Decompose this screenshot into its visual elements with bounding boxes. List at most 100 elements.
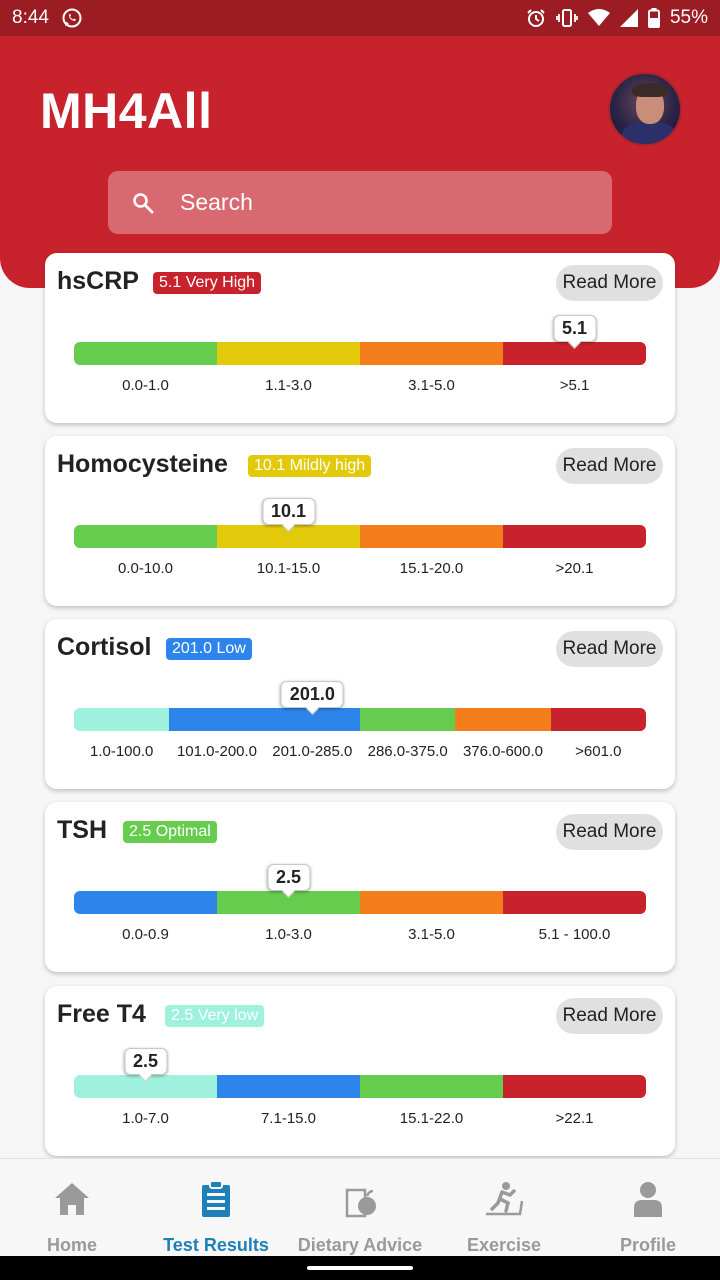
value-marker: 201.0	[280, 681, 344, 708]
range-label: 0.0-0.9	[122, 926, 169, 943]
read-more-button[interactable]: Read More	[556, 265, 663, 301]
range-label: 7.1-15.0	[260, 1110, 317, 1127]
result-card: Free T4 2.5 Very low Read More 1.0-7.0 7.1-1…	[45, 986, 675, 1156]
avatar-body	[622, 122, 676, 144]
test-name: TSH	[57, 816, 107, 844]
read-more-button[interactable]: Read More	[556, 998, 663, 1034]
range-segment	[503, 525, 646, 548]
value-marker-label: 2.5	[123, 1048, 168, 1075]
value-marker: 10.1	[261, 498, 316, 525]
range-segment	[503, 891, 646, 914]
range-label: 1.0-100.0	[89, 743, 154, 760]
range-label: 1.0-7.0	[122, 1110, 169, 1127]
range-segment	[360, 1075, 503, 1098]
range-label: 376.0-600.0	[462, 743, 544, 760]
home-icon	[52, 1179, 92, 1218]
status-badge: 5.1 Very High	[153, 272, 262, 294]
apple-icon	[340, 1179, 380, 1218]
range-bar	[74, 708, 646, 731]
range-segment	[503, 1075, 646, 1098]
range-label: >601.0	[575, 743, 622, 760]
range-labels: 1.0-7.0 7.1-15.0 15.1-22.0 >22.1	[74, 1110, 646, 1127]
range-segment	[360, 342, 503, 365]
search-placeholder: Search	[180, 189, 253, 215]
range-labels: 1.0-100.0 101.0-200.0 201.0-285.0 286.0-375…	[74, 743, 646, 760]
range-bar	[74, 1075, 646, 1098]
range-label: 101.0-200.0	[176, 743, 258, 760]
whatsapp-icon	[61, 7, 83, 29]
test-name: Homocysteine	[57, 450, 228, 478]
range-label: 201.0-285.0	[272, 743, 353, 760]
range-labels: 0.0-10.0 10.1-15.0 15.1-20.0 >20.1	[74, 560, 646, 577]
range-label: 0.0-10.0	[117, 560, 174, 577]
range-label: 15.1-20.0	[399, 560, 464, 577]
treadmill-icon	[484, 1179, 524, 1218]
person-icon	[628, 1179, 668, 1218]
range-segment	[217, 1075, 360, 1098]
range-segment	[217, 342, 360, 365]
avatar[interactable]	[608, 72, 682, 146]
status-bar: 8:44 55%	[0, 0, 720, 36]
range-label: 5.1 - 100.0	[538, 926, 611, 943]
status-badge: 10.1 Mildly high	[248, 455, 372, 477]
value-marker: 2.5	[266, 864, 311, 891]
range-segment	[550, 708, 646, 731]
nav-item-exercise[interactable]: Exercise	[432, 1159, 576, 1256]
bottom-navigation: Home Test Results Dietary Advice Exercise Pr…	[0, 1158, 720, 1256]
search-input[interactable]: Search	[108, 171, 612, 234]
value-marker: 5.1	[552, 315, 597, 342]
range-bar	[74, 891, 646, 914]
alarm-icon	[526, 8, 546, 28]
range-label: 15.1-22.0	[399, 1110, 464, 1127]
range-label: 1.0-3.0	[265, 926, 312, 943]
read-more-button[interactable]: Read More	[556, 814, 663, 850]
range-labels: 0.0-1.0 1.1-3.0 3.1-5.0 >5.1	[74, 377, 646, 394]
nav-label: Exercise	[466, 1235, 542, 1255]
status-badge: 2.5 Optimal	[123, 821, 217, 843]
test-name: Cortisol	[57, 633, 152, 661]
status-badge: 201.0 Low	[166, 638, 252, 660]
range-label: 10.1-15.0	[256, 560, 321, 577]
status-time: 8:44	[12, 7, 49, 28]
range-label: 286.0-375.0	[367, 743, 448, 760]
range-label: >22.1	[555, 1110, 594, 1127]
nav-item-dietary-advice[interactable]: Dietary Advice	[288, 1159, 432, 1256]
range-segment	[360, 525, 503, 548]
read-more-button[interactable]: Read More	[556, 631, 663, 667]
range-label: 3.1-5.0	[408, 377, 455, 394]
read-more-button[interactable]: Read More	[556, 448, 663, 484]
search-icon	[133, 192, 154, 213]
nav-item-test-results[interactable]: Test Results	[144, 1159, 288, 1256]
status-badge: 2.5 Very low	[165, 1005, 265, 1027]
range-labels: 0.0-0.9 1.0-3.0 3.1-5.0 5.1 - 100.0	[74, 926, 646, 943]
battery-level: 55%	[669, 7, 708, 28]
range-label: 0.0-1.0	[122, 377, 169, 394]
nav-label: Profile	[619, 1235, 676, 1255]
nav-label: Dietary Advice	[297, 1235, 423, 1255]
range-segment	[455, 708, 551, 731]
nav-label: Test Results	[163, 1235, 269, 1255]
battery-icon	[647, 8, 660, 28]
nav-item-profile[interactable]: Profile	[576, 1159, 720, 1256]
wifi-icon	[587, 9, 610, 27]
range-segment	[74, 342, 217, 365]
range-label: >20.1	[555, 560, 594, 577]
result-card: TSH 2.5 Optimal Read More 0.0-0.9 1.0-3.0 3.1…	[45, 802, 675, 972]
avatar-hair	[632, 83, 668, 97]
app-header: MH4All Search	[0, 36, 720, 288]
range-bar	[74, 342, 646, 365]
range-label: 3.1-5.0	[408, 926, 455, 943]
vibrate-icon	[556, 8, 578, 28]
range-segment	[359, 708, 456, 731]
app-title: MH4All	[40, 83, 213, 139]
range-label: >5.1	[559, 377, 590, 394]
result-card: Cortisol 201.0 Low Read More 1.0-100.0 101.0…	[45, 619, 675, 789]
nav-label: Home	[46, 1235, 97, 1255]
gesture-home-bar[interactable]	[307, 1266, 413, 1270]
range-segment	[360, 891, 503, 914]
nav-item-home[interactable]: Home	[0, 1159, 144, 1256]
range-segment	[74, 891, 217, 914]
test-name: hsCRP	[57, 267, 139, 295]
range-bar	[74, 525, 646, 548]
range-label: 1.1-3.0	[265, 377, 312, 394]
